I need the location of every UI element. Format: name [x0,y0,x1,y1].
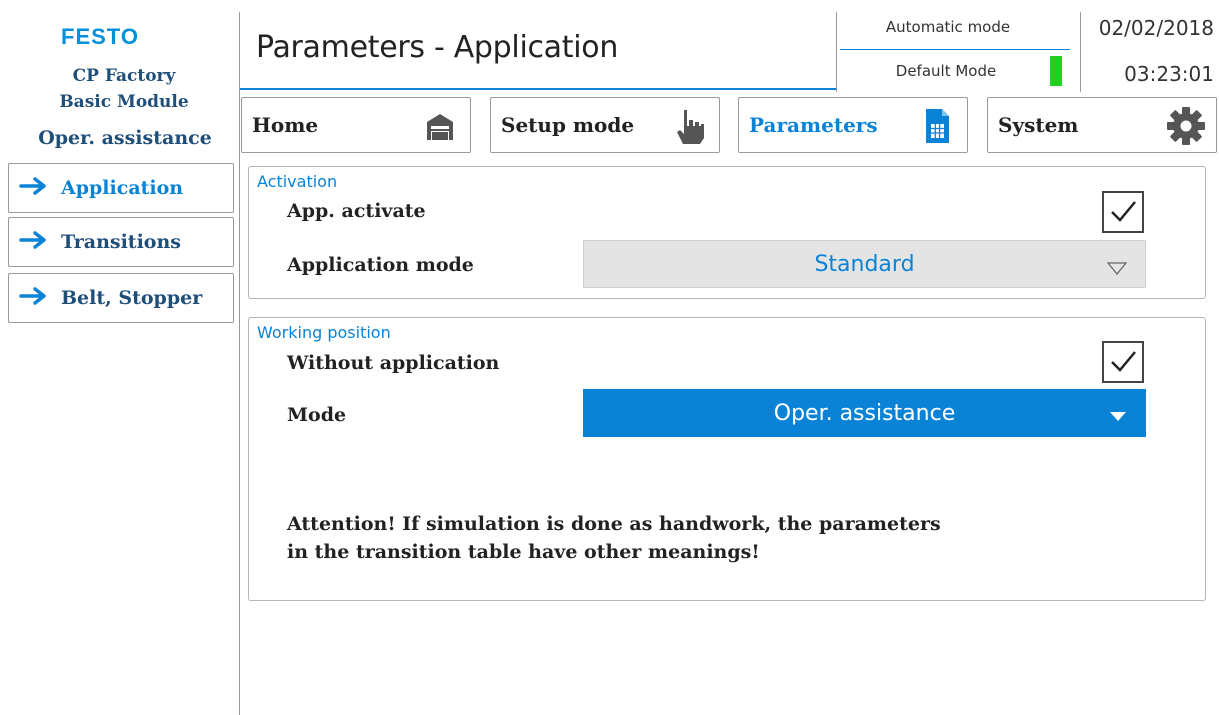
arrow-right-icon [19,176,49,201]
sidebar-item-label: Application [61,177,184,199]
status-led [1050,56,1062,86]
festo-logo: FESTO [61,24,139,49]
attention-message: Attention! If simulation is done as hand… [287,510,1147,566]
document-table-icon [917,106,957,146]
mode-label: Mode [287,404,347,426]
application-mode-label: Application mode [287,254,474,276]
tab-parameters[interactable]: Parameters [738,97,968,153]
tab-label: System [998,113,1079,137]
attention-line: in the transition table have other meani… [287,541,760,563]
application-mode-dropdown[interactable]: Standard [583,240,1146,288]
working-position-panel-title: Working position [257,323,391,342]
mode-value: Oper. assistance [773,400,956,426]
tab-label: Parameters [749,113,878,137]
attention-line: Attention! If simulation is done as hand… [287,513,941,535]
header-divider [1080,12,1081,92]
working-position-panel: Working position Without application Mod… [248,317,1206,601]
sidebar-item-belt-stopper[interactable]: Belt, Stopper [8,273,234,323]
chevron-down-icon [1108,405,1128,421]
without-application-checkbox[interactable] [1102,341,1144,383]
chevron-down-icon [1106,257,1128,276]
station-name: CP Factory [72,66,176,86]
checkmark-icon [1111,351,1136,372]
date-display: 02/02/2018 [1098,16,1214,40]
page-title: Parameters - Application [256,30,619,65]
title-underline [240,88,836,90]
header-divider [836,12,837,92]
tab-label: Setup mode [501,113,635,137]
arrow-right-icon [19,230,49,255]
arrow-right-icon [19,286,49,311]
activation-panel-title: Activation [257,172,338,191]
tab-label: Home [252,113,319,137]
hand-pointer-icon [669,106,709,146]
sidebar-divider [239,12,240,715]
checkmark-icon [1111,201,1136,222]
app-activate-checkbox[interactable] [1102,191,1144,233]
without-application-label: Without application [287,352,500,374]
mode-dropdown[interactable]: Oper. assistance [583,389,1146,437]
module-name: Basic Module [59,92,189,112]
tab-system[interactable]: System [987,97,1217,153]
activation-panel: Activation App. activate Application mod… [248,166,1206,299]
sidebar-item-transitions[interactable]: Transitions [8,217,234,267]
tab-home[interactable]: Home [241,97,471,153]
application-mode-value: Standard [814,251,915,277]
app-activate-label: App. activate [287,200,426,222]
sidebar-item-application[interactable]: Application [8,163,234,213]
mode-separator [840,49,1070,50]
garage-icon [420,106,460,146]
sub-mode-status: Default Mode [895,62,997,80]
current-mode-label: Oper. assistance [38,127,212,149]
sidebar-item-label: Transitions [61,231,181,253]
tab-setup-mode[interactable]: Setup mode [490,97,720,153]
time-display: 03:23:01 [1124,62,1214,86]
gear-icon [1166,106,1206,146]
sidebar-item-label: Belt, Stopper [61,287,203,309]
operating-mode-status: Automatic mode [885,18,1011,36]
